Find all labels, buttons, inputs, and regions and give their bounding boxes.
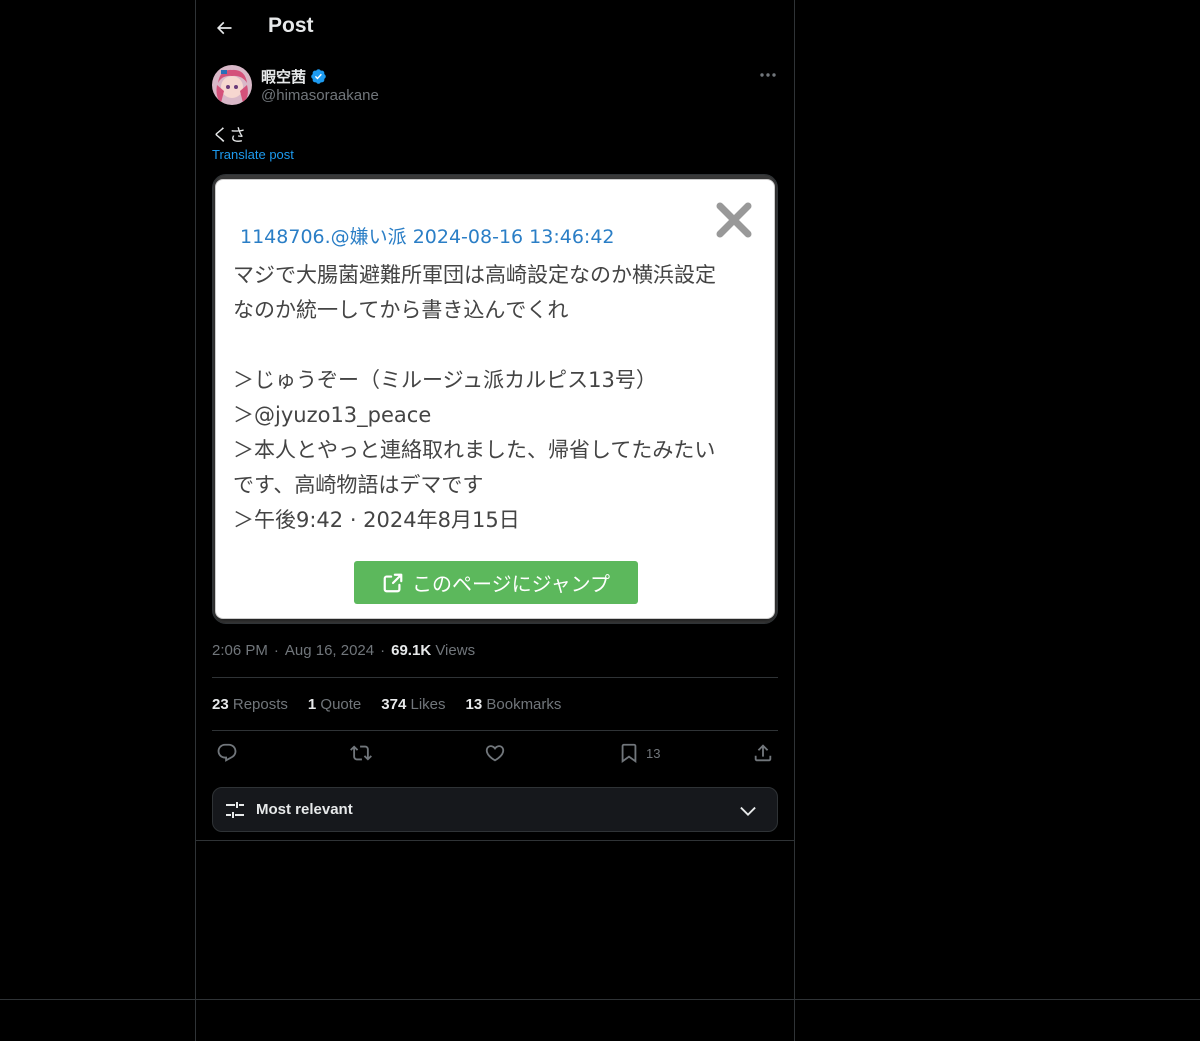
views-count: 69.1K — [391, 642, 432, 659]
translate-post-link[interactable]: Translate post — [212, 147, 294, 162]
reposts-stat[interactable]: 23 Reposts — [212, 696, 288, 713]
likes-stat[interactable]: 374 Likes — [381, 696, 445, 713]
post-text: くさ — [212, 126, 246, 145]
repost-button[interactable] — [350, 742, 372, 764]
back-button[interactable] — [210, 14, 238, 42]
post-media-image[interactable]: 1148706.@嫌い派 2024-08-16 13:46:42 マジで大腸菌避… — [212, 174, 778, 624]
reposts-count: 23 — [212, 696, 229, 713]
reply-button[interactable] — [216, 742, 238, 764]
post-time[interactable]: 2:06 PM — [212, 642, 268, 659]
page-title: Post — [268, 14, 314, 37]
bookmarks-label: Bookmarks — [486, 696, 562, 713]
dialog-body: マジで大腸菌避難所軍団は高崎設定なのか横浜設定 なのか統一してから書き込んでくれ… — [233, 258, 763, 538]
stats-divider — [212, 730, 778, 731]
likes-count: 374 — [381, 696, 407, 713]
bookmark-icon — [621, 743, 637, 764]
meta-separator: · — [380, 642, 386, 659]
jump-label: このページにジャンプ — [412, 572, 610, 596]
share-button[interactable] — [752, 742, 774, 764]
verified-badge-icon — [311, 69, 326, 84]
bookmark-button[interactable]: 13 — [618, 742, 660, 764]
share-icon — [754, 744, 772, 762]
reply-icon — [217, 743, 237, 762]
bookmark-count: 13 — [646, 745, 661, 761]
dialog-line: ＞本人とやっと連絡取れました、帰省してたみたい — [233, 438, 716, 462]
external-link-icon — [383, 573, 403, 592]
meta-divider — [212, 677, 778, 678]
display-name-text: 暇空茜 — [261, 69, 307, 86]
arrow-left-icon — [216, 21, 232, 35]
quotes-count: 1 — [307, 696, 317, 713]
dialog-line: ＞午後9:42 · 2024年8月15日 — [233, 508, 520, 532]
close-icon — [712, 198, 756, 242]
reposts-label: Reposts — [232, 696, 288, 713]
dialog-header: 1148706.@嫌い派 2024-08-16 13:46:42 — [240, 226, 615, 248]
views: 69.1K Views — [391, 642, 475, 659]
dialog-line: なのか統一してから書き込んでくれ — [233, 298, 569, 322]
more-options-button[interactable] — [756, 66, 780, 84]
chevron-down-icon — [740, 806, 756, 816]
jump-to-page-button: このページにジャンプ — [354, 561, 638, 604]
quotes-stat[interactable]: 1 Quote — [308, 696, 361, 713]
avatar[interactable] — [212, 65, 252, 105]
like-button[interactable] — [484, 742, 506, 764]
quotes-label: Quote — [320, 696, 362, 713]
dialog-line — [233, 328, 763, 363]
meta-separator: · — [273, 642, 279, 659]
thread-bottom-divider — [196, 840, 794, 841]
views-label: Views — [435, 642, 476, 659]
sliders-icon — [226, 802, 244, 818]
likes-label: Likes — [410, 696, 446, 713]
dialog-line: ＞@jyuzo13_peace — [233, 403, 432, 427]
right-column-border — [794, 0, 795, 1041]
post-date[interactable]: Aug 16, 2024 — [285, 642, 374, 659]
dialog-line: マジで大腸菌避難所軍団は高崎設定なのか横浜設定 — [233, 263, 716, 287]
author-name[interactable]: 暇空茜 — [261, 66, 327, 87]
post-header: Post — [196, 0, 794, 54]
post-meta: 2:06 PM · Aug 16, 2024 · 69.1K Views — [212, 642, 475, 659]
bookmarks-count: 13 — [465, 696, 483, 713]
screenshot-dialog: 1148706.@嫌い派 2024-08-16 13:46:42 マジで大腸菌避… — [215, 179, 775, 619]
dialog-line: ＞じゅうぞー（ミルージュ派カルピス13号） — [233, 368, 657, 392]
left-column-border — [195, 0, 196, 1041]
dialog-line: です、高崎物語はデマです — [233, 473, 484, 497]
page-bottom-divider — [0, 999, 1200, 1000]
author-handle[interactable]: @himasoraakane — [261, 87, 379, 104]
action-bar: 13 — [212, 740, 778, 770]
engagement-stats: 23 Reposts 1 Quote 374 Likes 13 Bookmark… — [212, 696, 561, 713]
repost-icon — [350, 745, 372, 761]
reply-sort-dropdown[interactable]: Most relevant — [212, 787, 778, 832]
bookmarks-stat[interactable]: 13 Bookmarks — [466, 696, 562, 713]
more-dots-icon — [760, 73, 776, 77]
sort-label: Most relevant — [256, 801, 353, 818]
heart-icon — [485, 745, 505, 762]
